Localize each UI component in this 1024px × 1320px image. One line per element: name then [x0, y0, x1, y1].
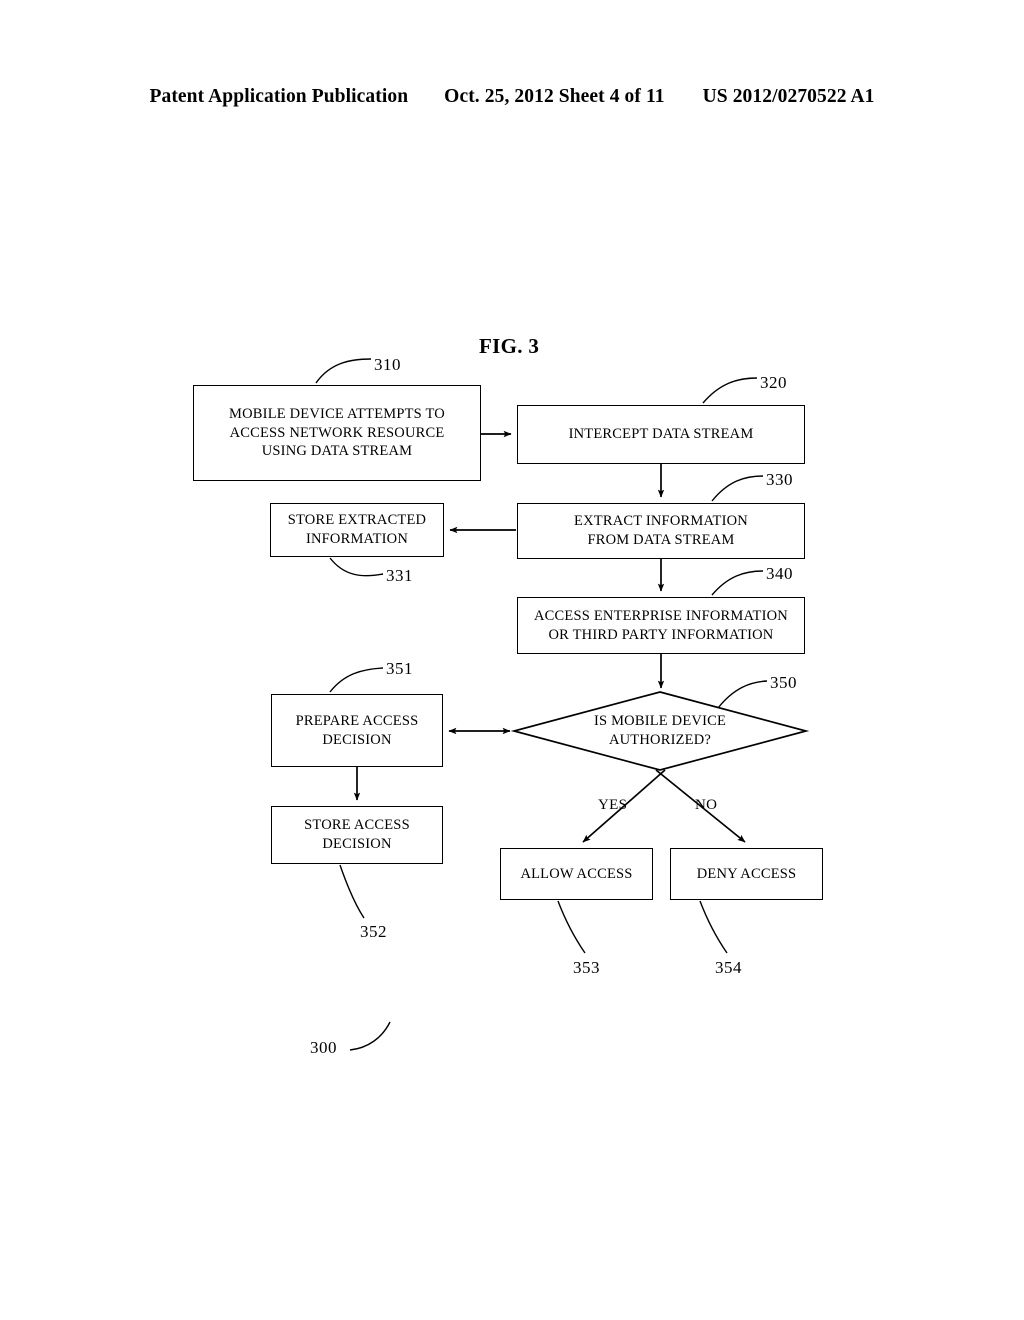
header-publication-label: Patent Application Publication [149, 86, 409, 107]
flow-node-350-label: IS MOBILE DEVICE AUTHORIZED? [593, 713, 727, 748]
page-header: Patent Application Publication Oct. 25, … [0, 86, 1024, 108]
flow-node-354-label: DENY ACCESS [696, 865, 797, 882]
flow-node-350-label-wrap: IS MOBILE DEVICE AUTHORIZED? [514, 692, 806, 770]
flow-node-310: MOBILE DEVICE ATTEMPTS TO ACCESS NETWORK… [193, 385, 481, 481]
flow-node-351-label: PREPARE ACCESS DECISION [295, 712, 419, 748]
flow-node-353-label: ALLOW ACCESS [520, 865, 633, 882]
flow-node-353: ALLOW ACCESS [500, 848, 653, 900]
reference-numeral-350: 350 [770, 673, 797, 692]
flow-node-350-decision: IS MOBILE DEVICE AUTHORIZED? [514, 692, 806, 770]
leader-352 [339, 864, 365, 919]
reference-numeral-320: 320 [760, 373, 787, 392]
patent-drawing-page: Patent Application Publication Oct. 25, … [0, 0, 1024, 1320]
flow-node-330: EXTRACT INFORMATION FROM DATA STREAM [517, 503, 805, 559]
flow-node-351: PREPARE ACCESS DECISION [271, 694, 443, 767]
flow-node-352-label: STORE ACCESS DECISION [304, 817, 410, 852]
flow-node-331: STORE EXTRACTED INFORMATION [270, 503, 444, 557]
leader-320 [702, 377, 758, 404]
reference-numeral-330: 330 [766, 470, 793, 489]
header-publication-number: US 2012/0270522 A1 [702, 86, 875, 107]
figure-title: FIG. 3 [479, 334, 540, 358]
branch-label-no: NO [695, 797, 718, 813]
leader-353 [557, 900, 586, 954]
reference-numeral-310: 310 [374, 355, 401, 374]
reference-numeral-340: 340 [766, 564, 793, 583]
reference-numeral-352: 352 [360, 922, 387, 941]
flow-node-310-label: MOBILE DEVICE ATTEMPTS TO ACCESS NETWORK… [229, 406, 445, 460]
reference-numeral-331: 331 [386, 566, 413, 585]
flow-node-340: ACCESS ENTERPRISE INFORMATION OR THIRD P… [517, 597, 805, 654]
leader-340 [711, 570, 764, 596]
leader-351 [329, 667, 384, 693]
reference-numeral-354: 354 [715, 958, 742, 977]
leader-354 [699, 900, 728, 954]
reference-numeral-353: 353 [573, 958, 600, 977]
flow-node-354: DENY ACCESS [670, 848, 823, 900]
leader-331 [329, 557, 384, 577]
flow-node-320: INTERCEPT DATA STREAM [517, 405, 805, 464]
leader-330 [711, 475, 764, 502]
leader-300 [349, 1021, 391, 1051]
flow-node-352: STORE ACCESS DECISION [271, 806, 443, 864]
flow-node-340-label: ACCESS ENTERPRISE INFORMATION OR THIRD P… [534, 607, 788, 643]
flow-node-320-label: INTERCEPT DATA STREAM [568, 426, 754, 443]
leader-310 [315, 358, 372, 384]
flow-node-331-label: STORE EXTRACTED INFORMATION [287, 512, 427, 547]
reference-numeral-351: 351 [386, 659, 413, 678]
flow-node-330-label: EXTRACT INFORMATION FROM DATA STREAM [574, 513, 748, 548]
connector-lines [315, 358, 810, 1051]
header-date-sheet: Oct. 25, 2012 Sheet 4 of 11 [444, 86, 665, 107]
reference-numeral-300: 300 [310, 1038, 337, 1057]
branch-label-yes: YES [598, 797, 628, 813]
